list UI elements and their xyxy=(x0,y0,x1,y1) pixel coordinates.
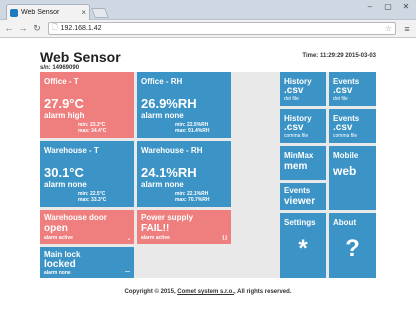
page-title: Web Sensor xyxy=(40,49,121,65)
close-tab-icon[interactable]: × xyxy=(81,8,86,17)
tile-alarm-status: alarm none xyxy=(44,180,87,189)
tile-power-supply[interactable]: Power supply FAIL!! alarm active ⌊⌋ xyxy=(137,210,231,244)
tile-value: 27.9°C xyxy=(44,96,84,111)
tile-title: Main lock xyxy=(44,250,81,259)
footer-copyright: Copyright © 2015, xyxy=(124,289,176,295)
button-subtitle: mem xyxy=(284,161,308,172)
minmax-mem-button[interactable]: MinMax mem xyxy=(280,146,326,180)
tile-title: Office - T xyxy=(44,77,79,86)
close-window-icon[interactable]: ✕ xyxy=(400,2,412,11)
settings-button[interactable]: Settings * xyxy=(280,213,326,278)
menu-icon[interactable]: ≡ xyxy=(402,24,412,34)
tile-title: Power supply xyxy=(141,213,194,222)
address-bar[interactable]: 🗋 192.168.1.42 ☆ xyxy=(48,22,396,35)
button-label: About xyxy=(333,218,357,227)
power-state-icon: ⌊⌋ xyxy=(222,235,227,241)
footer-comma: , xyxy=(234,289,236,295)
tile-alarm-status: alarm high xyxy=(44,111,85,120)
button-label: Settings xyxy=(284,218,316,227)
tile-max: max: 34.4°C xyxy=(78,128,107,134)
button-subtitle: web xyxy=(333,164,357,178)
button-label: Events xyxy=(284,186,311,195)
tile-office-temperature[interactable]: Office - T 27.9°C alarm high min: 23.3°C… xyxy=(40,72,134,138)
tile-state: open xyxy=(44,223,68,234)
tile-main-lock[interactable]: Main lock locked alarm none — xyxy=(40,247,134,278)
button-caption: comma file xyxy=(284,133,309,139)
new-tab-button[interactable] xyxy=(91,8,109,18)
button-format: .csv xyxy=(284,122,304,133)
reload-icon[interactable]: ↻ xyxy=(32,24,42,33)
tile-office-humidity[interactable]: Office - RH 26.9%RH alarm none min: 22.5… xyxy=(137,72,231,138)
window-controls: – ▢ ✕ xyxy=(364,2,412,11)
button-subtitle: viewer xyxy=(284,196,316,207)
forward-icon[interactable]: → xyxy=(18,24,28,33)
bookmark-star-icon[interactable]: ☆ xyxy=(385,24,392,33)
button-caption: dot file xyxy=(333,96,348,102)
minimize-icon[interactable]: – xyxy=(364,2,376,11)
favicon-icon xyxy=(10,8,18,17)
url-text[interactable]: 192.168.1.42 xyxy=(61,25,385,32)
tile-alarm-status: alarm none xyxy=(141,111,184,120)
device-time: Time: 11:29:29 2015-03-03 xyxy=(302,53,376,59)
button-format: .csv xyxy=(333,122,353,133)
tab-title: Web Sensor xyxy=(21,9,60,16)
history-comma-csv-button[interactable]: History .csv comma file xyxy=(280,109,326,143)
tile-warehouse-humidity[interactable]: Warehouse - RH 24.1%RH alarm none min: 2… xyxy=(137,141,231,207)
button-caption: comma file xyxy=(333,133,358,139)
serial-number: s/n: 14969090 xyxy=(40,65,80,71)
mobile-web-button[interactable]: Mobile web xyxy=(329,146,376,210)
tile-title: Warehouse - T xyxy=(44,146,99,155)
button-label: Mobile xyxy=(333,151,359,160)
lock-state-icon: — xyxy=(125,269,130,275)
tile-alarm-note: alarm none xyxy=(44,270,71,276)
dashboard-grid: Office - T 27.9°C alarm high min: 23.3°C… xyxy=(40,72,376,278)
tile-alarm-note: alarm active xyxy=(141,235,170,241)
page-icon: 🗋 xyxy=(52,24,58,31)
button-format: .csv xyxy=(333,85,353,96)
events-comma-csv-button[interactable]: Events .csv comma file xyxy=(329,109,376,143)
about-button[interactable]: About ? xyxy=(329,213,376,278)
history-dot-csv-button[interactable]: History .csv dot file xyxy=(280,72,326,106)
button-label: MinMax xyxy=(284,151,314,160)
door-state-icon: ⌟ xyxy=(127,235,130,241)
tile-value: 24.1%RH xyxy=(141,165,197,180)
tile-value: 30.1°C xyxy=(44,165,84,180)
tile-title: Warehouse door xyxy=(44,213,107,222)
footer-rights: All rights reserved. xyxy=(237,289,292,295)
tile-max: max: 91.4%RH xyxy=(175,128,210,134)
back-icon[interactable]: ← xyxy=(4,24,14,33)
tile-state: locked xyxy=(44,259,76,270)
maximize-icon[interactable]: ▢ xyxy=(382,2,394,11)
events-dot-csv-button[interactable]: Events .csv dot file xyxy=(329,72,376,106)
tile-title: Office - RH xyxy=(141,77,183,86)
settings-icon: * xyxy=(298,235,308,262)
footer-company-link[interactable]: Comet system s.r.o. xyxy=(177,289,234,295)
tile-title: Warehouse - RH xyxy=(141,146,203,155)
web-sensor-page: Web Sensor s/n: 14969090 Time: 11:29:29 … xyxy=(0,39,416,324)
events-viewer-button[interactable]: Events viewer xyxy=(280,183,326,210)
about-icon: ? xyxy=(345,235,360,262)
tile-warehouse-door[interactable]: Warehouse door open alarm active ⌟ xyxy=(40,210,134,244)
tile-alarm-note: alarm active xyxy=(44,235,73,241)
footer: Copyright © 2015, Comet system s.r.o., A… xyxy=(0,289,416,295)
browser-tab-bar: Web Sensor × – ▢ ✕ xyxy=(0,0,416,20)
tile-warehouse-temperature[interactable]: Warehouse - T 30.1°C alarm none min: 22.… xyxy=(40,141,134,207)
button-format: .csv xyxy=(284,85,304,96)
browser-tab[interactable]: Web Sensor × xyxy=(6,4,90,20)
browser-toolbar: ← → ↻ 🗋 192.168.1.42 ☆ ≡ xyxy=(0,20,416,38)
tile-state: FAIL!! xyxy=(141,223,170,234)
button-caption: dot file xyxy=(284,96,299,102)
tile-value: 26.9%RH xyxy=(141,96,197,111)
tile-max: max: 33.3°C xyxy=(78,197,107,203)
tile-alarm-status: alarm none xyxy=(141,180,184,189)
tile-max: max: 70.7%RH xyxy=(175,197,210,203)
